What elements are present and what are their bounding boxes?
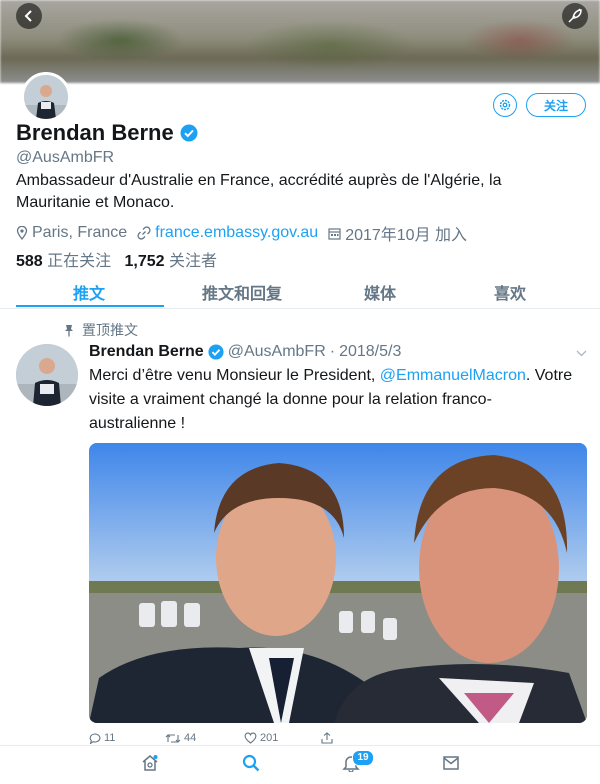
profile-avatar[interactable] — [21, 72, 71, 122]
joined-item: 2017年10月 加入 — [328, 221, 467, 245]
profile-banner — [0, 0, 600, 83]
retweet-action[interactable]: 44 — [165, 732, 196, 744]
profile-name-row: Brendan Berne — [16, 120, 198, 146]
website-item[interactable]: france.embassy.gov.au — [137, 224, 318, 242]
verified-badge-icon — [180, 124, 198, 142]
like-count: 201 — [260, 732, 279, 744]
link-icon — [137, 226, 151, 240]
chevron-down-icon — [576, 350, 587, 357]
tweet-menu-button[interactable] — [576, 346, 587, 360]
envelope-icon — [443, 756, 459, 770]
pinned-label: 置顶推文 — [82, 322, 138, 338]
settings-button[interactable] — [493, 93, 517, 117]
calendar-icon — [328, 227, 341, 240]
reply-count: 11 — [104, 732, 116, 744]
tweet-author-avatar[interactable] — [16, 344, 78, 406]
share-action[interactable] — [321, 732, 336, 744]
tweet-text: Merci d’être venu Monsieur le President,… — [89, 364, 579, 436]
followers-stat[interactable]: 1,752 关注者 — [125, 253, 218, 270]
back-button[interactable] — [16, 3, 42, 29]
tweet-text-before: Merci d’être venu Monsieur le President, — [89, 367, 380, 384]
selfie-image — [89, 443, 587, 723]
bottom-nav: 19 — [0, 745, 600, 784]
retweet-icon — [165, 733, 181, 743]
verified-badge-icon — [208, 344, 224, 360]
profile-tabs: 推文 推文和回复 媒体 喜欢 — [0, 278, 600, 309]
following-label: 正在关注 — [47, 253, 112, 270]
tab-tweets-replies[interactable]: 推文和回复 — [202, 280, 282, 304]
tweet-author-handle[interactable]: @AusAmbFR — [228, 343, 326, 361]
tab-media[interactable]: 媒体 — [364, 280, 396, 304]
followers-label: 关注者 — [169, 253, 218, 270]
nav-home[interactable] — [141, 754, 159, 777]
search-icon — [242, 754, 260, 772]
reply-action[interactable]: 11 — [89, 732, 115, 744]
tweet-date[interactable]: 2018/5/3 — [339, 343, 401, 361]
pin-icon — [65, 324, 73, 336]
like-action[interactable]: 201 — [244, 732, 278, 744]
home-icon — [142, 755, 158, 771]
nav-search[interactable] — [242, 754, 260, 777]
retweet-count: 44 — [184, 732, 197, 744]
compose-button[interactable] — [562, 3, 588, 29]
tab-likes[interactable]: 喜欢 — [494, 280, 526, 304]
notification-badge: 19 — [352, 750, 374, 766]
heart-icon — [244, 732, 257, 744]
location-item: Paris, France — [16, 224, 127, 242]
tweet-photo[interactable] — [89, 443, 587, 723]
follow-button[interactable]: 关注 — [526, 93, 586, 117]
profile-stats: 588 正在关注 1,752 关注者 — [16, 247, 217, 271]
profile-photo — [24, 75, 68, 119]
profile-handle: @AusAmbFR — [16, 149, 115, 166]
followers-count: 1,752 — [124, 253, 165, 270]
chevron-left-icon — [24, 10, 32, 22]
pinned-indicator: 置顶推文 — [64, 320, 138, 340]
gear-icon — [499, 99, 511, 111]
joined-text: 2017年10月 加入 — [345, 227, 468, 244]
active-tab-indicator — [16, 305, 164, 307]
reply-icon — [89, 732, 101, 744]
tweet-header: Brendan Berne @AusAmbFR · 2018/5/3 — [89, 343, 401, 361]
tweet-mention[interactable]: @EmmanuelMacron — [380, 367, 526, 384]
profile-meta: Paris, France france.embassy.gov.au 2017… — [16, 221, 477, 245]
location-text: Paris, France — [32, 224, 128, 241]
following-stat[interactable]: 588 正在关注 — [16, 253, 111, 270]
tweet-author-name[interactable]: Brendan Berne — [89, 343, 204, 361]
feather-icon — [568, 8, 582, 23]
profile-bio: Ambassadeur d'Australie en France, accré… — [16, 172, 502, 211]
following-count: 588 — [16, 253, 43, 270]
tab-tweets[interactable]: 推文 — [73, 280, 105, 304]
author-photo — [16, 344, 78, 406]
website-link[interactable]: france.embassy.gov.au — [155, 224, 318, 242]
share-icon — [321, 732, 333, 744]
location-pin-icon — [16, 226, 28, 240]
tweet-separator: · — [329, 343, 336, 360]
profile-name: Brendan Berne — [16, 120, 174, 145]
nav-messages[interactable] — [442, 754, 460, 777]
